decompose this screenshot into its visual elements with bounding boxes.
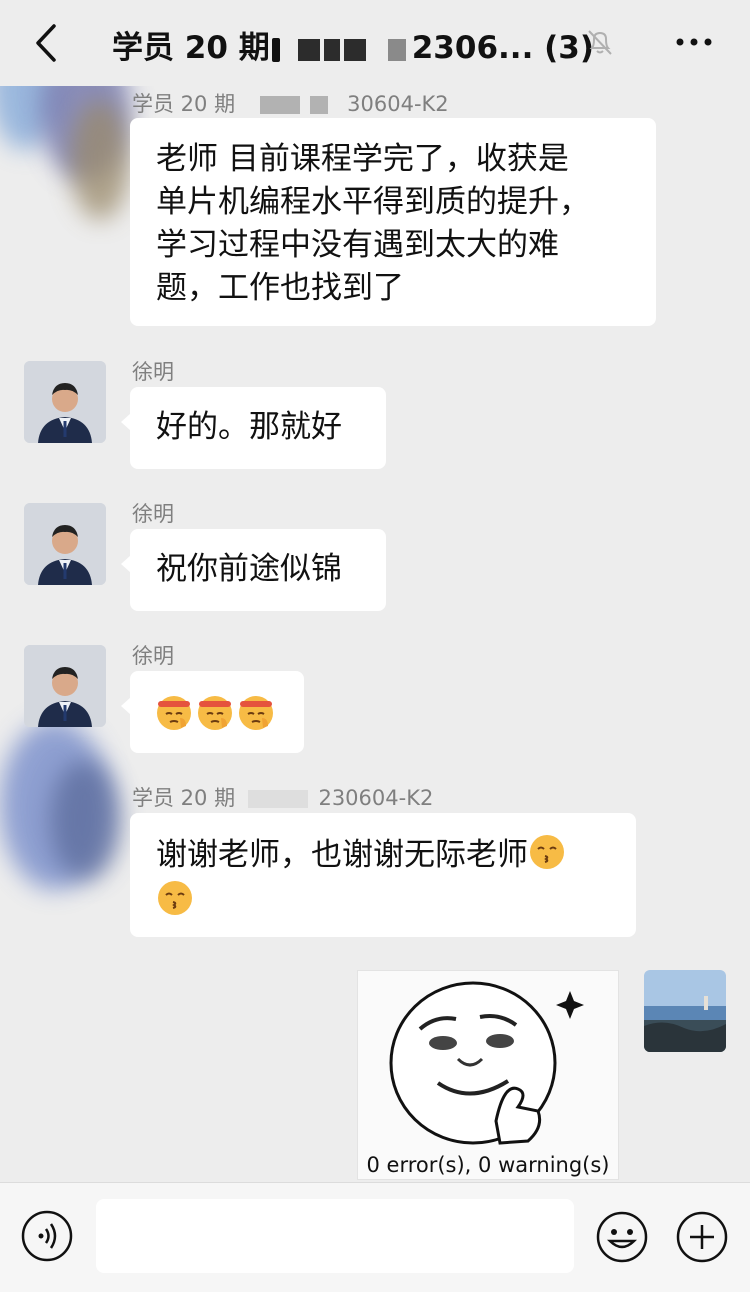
thumbs-up-meme-sticker (389, 981, 584, 1145)
chat-header: 学员 20 期 2306... (3) (0, 0, 750, 86)
message-bubble[interactable]: 老师 目前课程学完了，收获是 单片机编程水平得到质的提升， 学习过程中没有遇到太… (130, 118, 656, 326)
plus-icon[interactable] (674, 1209, 730, 1265)
voice-icon[interactable] (20, 1209, 74, 1263)
blur-smear (70, 100, 130, 220)
message-text: 祝你前途似锦 (156, 551, 342, 587)
sender-suffix: 30604-K2 (347, 92, 449, 116)
saluting-face-emoji (236, 692, 276, 732)
emoji-icon[interactable] (594, 1209, 650, 1265)
redaction-block (343, 38, 366, 61)
person-avatar-icon (24, 361, 106, 443)
chat-title-prefix: 学员 20 期 (112, 30, 270, 66)
redaction-block (247, 790, 308, 808)
saluting-face-emoji (195, 692, 235, 732)
redaction-block (387, 38, 406, 61)
message-bubble[interactable]: 谢谢老师，也谢谢无际老师 (130, 813, 636, 937)
input-bar (0, 1182, 750, 1292)
message-sender: 徐明 (132, 502, 174, 526)
message-text: 谢谢老师，也谢谢无际老师 (156, 837, 528, 873)
blur-smear (50, 760, 120, 880)
chat-title-suffix: 2306... (3) (411, 30, 595, 66)
sender-suffix: 230604-K2 (318, 786, 434, 810)
landscape-avatar-icon (644, 970, 726, 1052)
muted-bell-icon (588, 30, 612, 55)
kissing-face-emoji (528, 833, 566, 871)
redaction-block (297, 38, 320, 61)
more-dots-icon[interactable] (672, 26, 716, 58)
message-bubble[interactable] (121, 671, 304, 753)
message-sender: 徐明 (132, 360, 174, 384)
redaction-block (323, 38, 340, 61)
sticker-caption: 0 error(s), 0 warning(s) (366, 1153, 610, 1177)
message-text: 好的。那就好 (156, 409, 342, 445)
message-sender: 学员 20 期 30604-K2 (132, 88, 449, 118)
redaction-block (310, 96, 329, 114)
redaction-mark (271, 37, 280, 62)
saluting-face-emoji (154, 692, 194, 732)
person-avatar-icon (24, 645, 106, 727)
message-bubble[interactable]: 祝你前途似锦 (121, 529, 386, 611)
person-avatar-icon (24, 503, 106, 585)
avatar[interactable] (24, 361, 106, 443)
back-chevron-icon[interactable] (28, 20, 68, 66)
chat-title: 学员 20 期 2306... (3) (112, 22, 594, 67)
redaction-block (259, 96, 300, 114)
sticker-message[interactable]: 0 error(s), 0 warning(s) (357, 970, 619, 1180)
sender-prefix: 学员 20 期 (132, 92, 236, 116)
kissing-face-emoji (156, 879, 194, 917)
avatar[interactable] (24, 503, 106, 585)
sender-prefix: 学员 20 期 (132, 786, 236, 810)
self-avatar[interactable] (644, 970, 726, 1052)
message-bubble[interactable]: 好的。那就好 (121, 387, 386, 469)
message-text: 老师 目前课程学完了，收获是 单片机编程水平得到质的提升， 学习过程中没有遇到太… (156, 141, 590, 306)
message-input[interactable] (96, 1199, 574, 1273)
message-sender: 徐明 (132, 644, 174, 668)
message-sender: 学员 20 期 230604-K2 (132, 782, 433, 812)
avatar[interactable] (24, 645, 106, 727)
